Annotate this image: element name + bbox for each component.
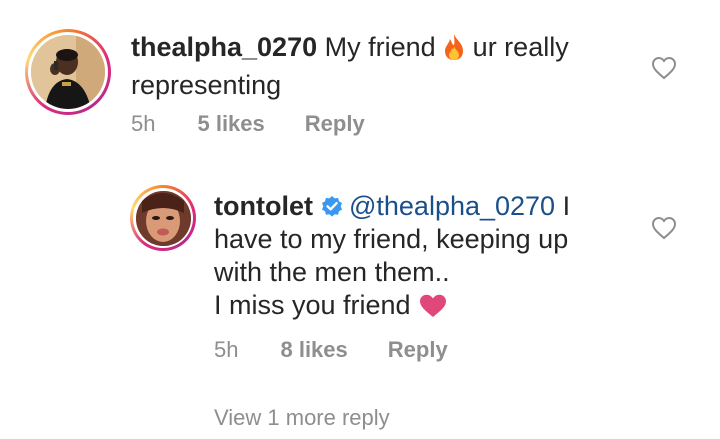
avatar-photo [31,35,105,109]
verified-badge-icon [319,193,345,219]
reply-timestamp: 5h [214,337,239,362]
comment-text-part: My friend [324,32,444,62]
fire-emoji-icon [443,33,465,69]
avatar-photo [135,190,191,246]
like-heart-icon[interactable] [651,216,677,240]
reply-body: tontolet @thealpha_0270 I have to my frie… [214,190,614,327]
reply-username[interactable]: tontolet [214,191,313,221]
avatar-border [133,188,193,248]
reply-meta: 5h 8 likes Reply [214,337,448,363]
view-more-replies-link[interactable]: View 1 more reply [214,405,390,431]
person-photo-icon [135,190,191,246]
person-photo-icon [31,35,105,109]
comment-username[interactable]: thealpha_0270 [131,32,317,62]
comment-timestamp: 5h [131,111,156,136]
pink-heart-emoji-icon [418,293,448,327]
commenter-avatar[interactable] [25,29,111,115]
comment-likes-count[interactable]: 5 likes [197,111,264,137]
avatar-border [28,32,108,112]
comment-meta: 5h 5 likes Reply [131,111,365,137]
mention-link[interactable]: @thealpha_0270 [349,191,555,221]
reply-button[interactable]: Reply [388,337,448,363]
reply-text-part: I miss you friend [214,290,419,320]
comment-body: thealpha_0270 My friend ur really repres… [131,31,611,102]
reply-avatar[interactable] [130,185,196,251]
reply-likes-count[interactable]: 8 likes [280,337,347,363]
reply-button[interactable]: Reply [305,111,365,137]
like-heart-icon[interactable] [651,56,677,80]
